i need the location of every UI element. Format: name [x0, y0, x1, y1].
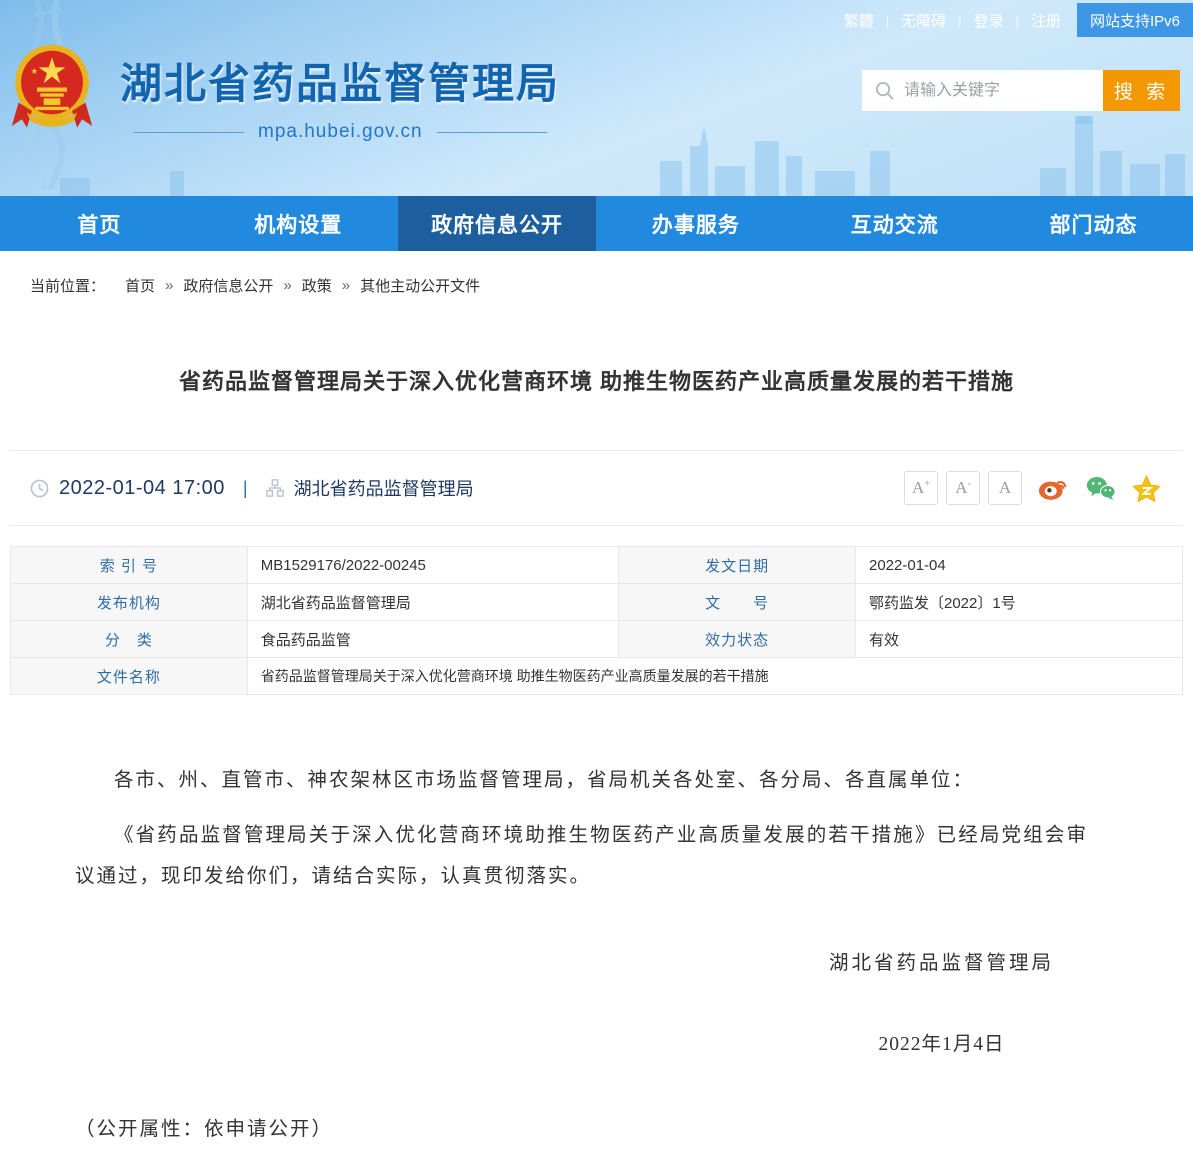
body-paragraph: 各市、州、直管市、神农架林区市场监督管理局，省局机关各处室、各分局、各直属单位：: [75, 761, 1088, 802]
meta-value-category: 食品药品监管: [247, 621, 619, 658]
breadcrumb-other-docs[interactable]: 其他主动公开文件: [360, 275, 480, 296]
search-input[interactable]: [862, 70, 1103, 111]
nav-item-department-news[interactable]: 部门动态: [994, 196, 1193, 251]
breadcrumb-separator: »: [283, 277, 291, 294]
domain-rule-left: [134, 132, 244, 133]
search-icon: [875, 81, 894, 100]
breadcrumb: 当前位置： 首页 » 政府信息公开 » 政策 » 其他主动公开文件: [0, 251, 1193, 314]
breadcrumb-separator: »: [342, 277, 350, 294]
meta-value-publisher: 湖北省药品监督管理局: [247, 584, 619, 621]
breadcrumb-gov-info[interactable]: 政府信息公开: [183, 275, 273, 296]
link-register[interactable]: 注册: [1031, 10, 1061, 31]
divider-bottom: [10, 525, 1183, 526]
meta-label-publisher: 发布机构: [11, 584, 248, 621]
meta-label-issue-date: 发文日期: [619, 547, 856, 584]
meta-label-validity: 效力状态: [619, 621, 856, 658]
meta-label-index-number: 索 引 号: [11, 547, 248, 584]
topbar-separator: |: [958, 13, 961, 28]
font-decrease-button[interactable]: A-: [946, 471, 980, 505]
font-reset-button[interactable]: A: [988, 471, 1022, 505]
meta-value-issue-date: 2022-01-04: [855, 547, 1182, 584]
link-traditional-chinese[interactable]: 繁體: [844, 10, 874, 31]
body-paragraph: 《省药品监督管理局关于深入优化营商环境助推生物医药产业高质量发展的若干措施》已经…: [75, 816, 1088, 898]
nav-item-services[interactable]: 办事服务: [596, 196, 795, 251]
breadcrumb-separator: »: [165, 277, 173, 294]
share-weibo-icon[interactable]: [1038, 475, 1069, 501]
meta-label-doc-title: 文件名称: [11, 658, 248, 695]
signature-org: 湖北省药品监督管理局: [829, 944, 1054, 985]
share-qzone-icon[interactable]: [1132, 475, 1161, 502]
meta-separator: |: [243, 478, 248, 499]
font-increase-button[interactable]: A+: [904, 471, 938, 505]
nav-item-gov-info[interactable]: 政府信息公开: [398, 196, 597, 251]
domain-rule-right: [437, 132, 547, 133]
publish-date: 2022-01-04 17:00: [59, 477, 225, 500]
site-search: 搜 索: [862, 70, 1180, 111]
share-wechat-icon[interactable]: [1085, 475, 1116, 501]
meta-label-category: 分 类: [11, 621, 248, 658]
document-meta-table: 索 引 号 MB1529176/2022-00245 发文日期 2022-01-…: [10, 546, 1183, 695]
table-row: 文件名称 省药品监督管理局关于深入优化营商环境 助推生物医药产业高质量发展的若干…: [11, 658, 1183, 695]
source-org-icon: [266, 479, 284, 497]
ipv6-support-button[interactable]: 网站支持IPv6: [1077, 3, 1193, 37]
utility-bar: 繁體 | 无障碍 | 登录 | 注册 网站支持IPv6: [844, 0, 1193, 40]
site-header: 繁體 | 无障碍 | 登录 | 注册 网站支持IPv6 湖北省药品监督管理局 m: [0, 0, 1193, 196]
meta-value-doc-title: 省药品监督管理局关于深入优化营商环境 助推生物医药产业高质量发展的若干措施: [247, 658, 1182, 695]
document-body: 各市、州、直管市、神农架林区市场监督管理局，省局机关各处室、各分局、各直属单位：…: [75, 761, 1088, 1151]
table-row: 索 引 号 MB1529176/2022-00245 发文日期 2022-01-…: [11, 547, 1183, 584]
clock-icon: [30, 479, 49, 498]
nav-item-organization[interactable]: 机构设置: [199, 196, 398, 251]
link-accessibility[interactable]: 无障碍: [901, 10, 946, 31]
meta-label-doc-number: 文 号: [619, 584, 856, 621]
national-emblem-logo[interactable]: [10, 44, 94, 136]
breadcrumb-home[interactable]: 首页: [125, 275, 155, 296]
topbar-separator: |: [886, 13, 889, 28]
disclosure-note: （公开属性：依申请公开）: [75, 1110, 1088, 1151]
breadcrumb-label: 当前位置：: [30, 275, 105, 296]
table-row: 分 类 食品药品监管 效力状态 有效: [11, 621, 1183, 658]
topbar-separator: |: [1016, 13, 1019, 28]
breadcrumb-policy[interactable]: 政策: [302, 275, 332, 296]
table-row: 发布机构 湖北省药品监督管理局 文 号 鄂药监发〔2022〕1号: [11, 584, 1183, 621]
article-meta-row: 2022-01-04 17:00 | 湖北省药品监督管理局 A+ A- A: [10, 451, 1183, 525]
site-title[interactable]: 湖北省药品监督管理局: [120, 50, 561, 111]
meta-value-validity: 有效: [855, 621, 1182, 658]
publish-source: 湖北省药品监督管理局: [294, 475, 474, 501]
signature-block: 湖北省药品监督管理局 2022年1月4日: [75, 944, 1054, 1066]
article-title: 省药品监督管理局关于深入优化营商环境 助推生物医药产业高质量发展的若干措施: [10, 364, 1183, 396]
nav-item-home[interactable]: 首页: [0, 196, 199, 251]
main-nav: 首页 机构设置 政府信息公开 办事服务 互动交流 部门动态: [0, 196, 1193, 251]
meta-value-index-number: MB1529176/2022-00245: [247, 547, 619, 584]
search-button[interactable]: 搜 索: [1103, 70, 1180, 111]
nav-item-interaction[interactable]: 互动交流: [795, 196, 994, 251]
meta-value-doc-number: 鄂药监发〔2022〕1号: [855, 584, 1182, 621]
link-login[interactable]: 登录: [974, 10, 1004, 31]
site-domain: mpa.hubei.gov.cn: [120, 121, 561, 143]
signature-date: 2022年1月4日: [829, 1025, 1054, 1066]
